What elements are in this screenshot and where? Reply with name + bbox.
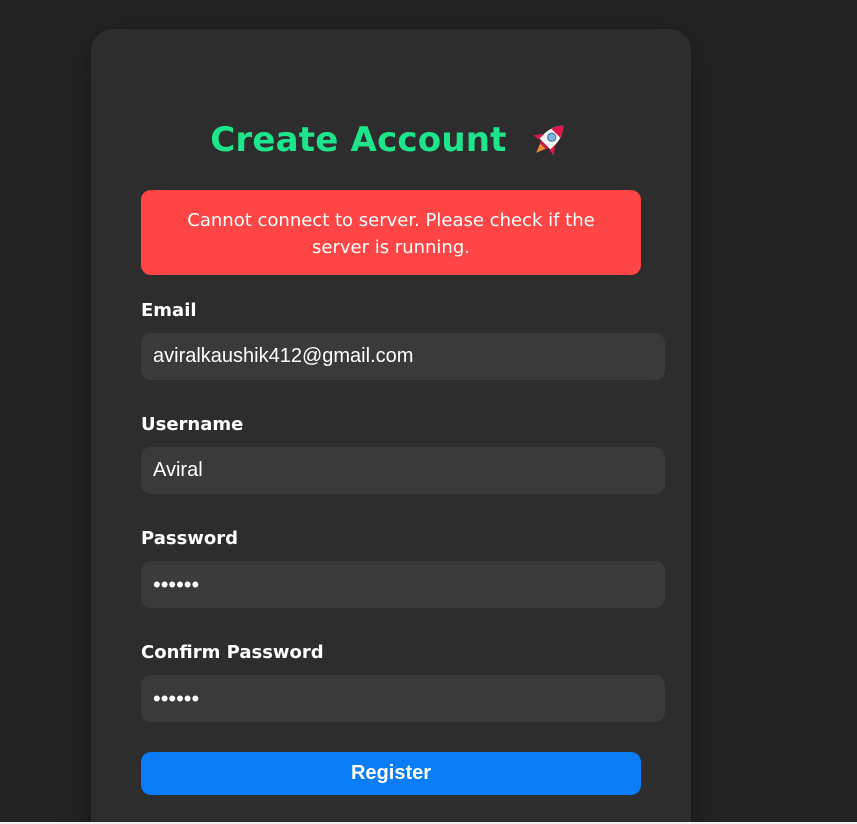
password-field[interactable]: •••••• — [141, 561, 665, 608]
username-field[interactable]: Aviral — [141, 447, 665, 494]
page-title: Create Account — [210, 120, 507, 160]
password-label: Password — [141, 528, 239, 549]
confirm-password-field[interactable]: •••••• — [141, 675, 665, 722]
error-message: Cannot connect to server. Please check i… — [141, 190, 641, 275]
email-label: Email — [141, 300, 197, 321]
username-label: Username — [141, 414, 244, 435]
email-field[interactable]: aviralkaushik412@gmail.com — [141, 333, 665, 380]
title-row: Create Account — [91, 116, 691, 168]
confirm-password-label: Confirm Password — [141, 642, 324, 663]
register-button[interactable]: Register — [141, 752, 641, 795]
rocket-icon — [533, 125, 563, 156]
